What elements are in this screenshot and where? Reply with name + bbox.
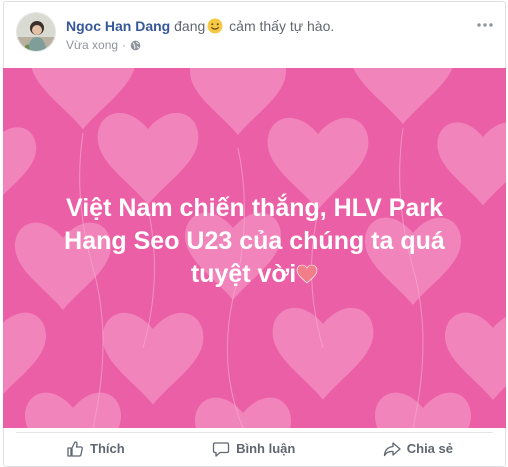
- comment-icon: [212, 441, 230, 457]
- comment-label: Bình luận: [236, 441, 296, 456]
- like-label: Thích: [90, 441, 125, 456]
- banner-text-block: Việt Nam chiến thắng, HLV Park Hang Seo …: [3, 192, 506, 291]
- globe-icon[interactable]: [130, 40, 141, 51]
- banner-text: Việt Nam chiến thắng, HLV Park Hang Seo …: [64, 194, 445, 288]
- more-options-icon[interactable]: [475, 18, 495, 32]
- post-timestamp[interactable]: Vừa xong: [66, 38, 118, 52]
- smiling-face-icon: [207, 18, 223, 34]
- post-actions: Thích Bình luận Chia sẻ: [16, 432, 493, 464]
- feed-post: Ngoc Han Dang đang cảm thấy tự hào. Vừa …: [3, 1, 506, 467]
- heart-icon: [296, 264, 318, 284]
- feeling-prefix: đang: [174, 18, 206, 34]
- post-header: Ngoc Han Dang đang cảm thấy tự hào. Vừa …: [16, 12, 493, 62]
- comment-button[interactable]: Bình luận: [212, 440, 295, 458]
- colored-background-post: Việt Nam chiến thắng, HLV Park Hang Seo …: [3, 68, 506, 428]
- share-label: Chia sẻ: [406, 441, 453, 456]
- thumbs-up-icon: [67, 440, 83, 457]
- author-avatar[interactable]: [16, 12, 56, 52]
- author-name[interactable]: Ngoc Han Dang: [66, 18, 170, 34]
- meta-separator: ·: [122, 38, 127, 52]
- post-title-line: Ngoc Han Dang đang cảm thấy tự hào.: [66, 17, 334, 35]
- feeling-text: cảm thấy tự hào.: [229, 18, 335, 34]
- share-icon: [383, 441, 401, 456]
- post-meta: Vừa xong ·: [66, 38, 141, 52]
- like-button[interactable]: Thích: [66, 440, 125, 458]
- share-button[interactable]: Chia sẻ: [383, 440, 453, 458]
